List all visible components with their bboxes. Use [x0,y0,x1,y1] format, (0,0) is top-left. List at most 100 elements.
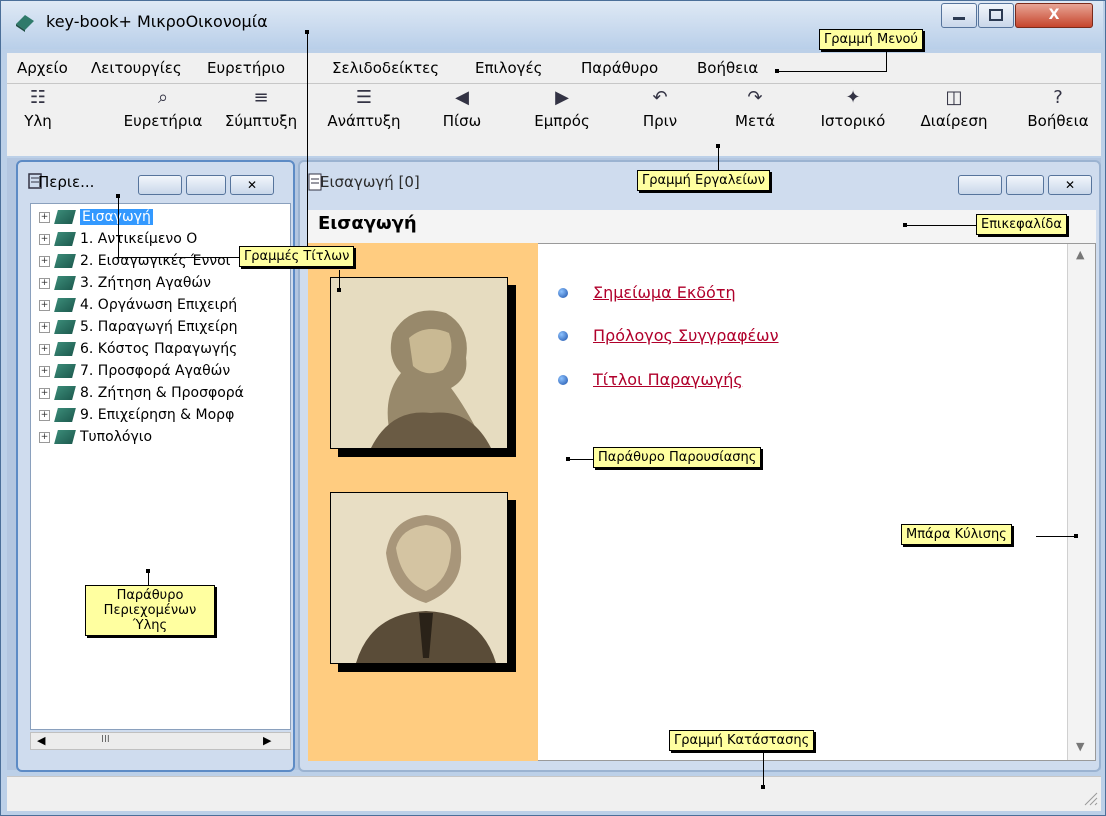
connector-dot [146,569,150,573]
tree-item[interactable]: +6. Κόστος Παραγωγής [39,341,237,361]
bullet-icon [558,375,568,385]
menu-index[interactable]: Ευρετήριο [207,59,285,77]
toolbar-expand-button[interactable]: ☰ Ανάπτυξη [314,84,414,154]
connector-dot [116,194,120,198]
tree-item[interactable]: +8. Ζήτηση & Προσφορά [39,385,244,405]
help-icon: ? [1053,87,1063,108]
expand-toggle-icon[interactable]: + [39,365,50,377]
portrait-image [330,492,508,664]
expand-toggle-icon[interactable]: + [39,343,50,355]
tree-item[interactable]: + Εισαγωγή [39,209,153,229]
connector-line [906,225,976,226]
presentation-maximize-button[interactable] [1006,175,1044,195]
status-bar [7,776,1101,811]
scroll-down-icon[interactable]: ▼ [1076,740,1084,753]
link-authors-preface[interactable]: Πρόλογος Συγγραφέων [593,326,779,345]
expand-toggle-icon[interactable]: + [39,321,50,333]
tree-item[interactable]: +5. Παραγωγή Επιχείρη [39,319,237,339]
link-publisher-note[interactable]: Σημείωμα Εκδότη [593,283,736,302]
tree-item[interactable]: + Τυπολόγιο [39,429,152,449]
horizontal-scrollbar[interactable]: ◀ III ▶ [30,732,291,750]
scroll-right-icon[interactable]: ▶ [263,734,271,747]
maximize-button[interactable] [978,3,1014,28]
connector-line [886,52,887,72]
back-arrow-icon: ◀ [455,87,469,108]
connector-dot [566,457,570,461]
scroll-up-icon[interactable]: ▲ [1076,248,1084,261]
contents-close-button[interactable]: ✕ [230,175,274,195]
close-button[interactable]: X [1015,3,1093,28]
window-title: key-book+ ΜικροΟικονομία [46,12,268,31]
menu-functions[interactable]: Λειτουργίες [91,59,182,77]
menu-help[interactable]: Βοήθεια [697,59,758,77]
menu-bar: Αρχείο Λειτουργίες Ευρετήριο Σελιδοδείκτ… [7,53,1101,83]
connector-line [778,71,887,72]
contents-tree[interactable]: + Εισαγωγή +1. Αντικείμενο Ο +2. Εισαγωγι… [30,203,291,730]
connector-line [118,196,119,257]
menu-bookmarks[interactable]: Σελιδοδείκτες [332,59,439,77]
menu-options[interactable]: Επιλογές [475,59,542,77]
callout-titles: Γραμμές Τίτλων [239,246,355,267]
tree-item[interactable]: +4. Οργάνωση Επιχειρή [39,297,237,317]
expand-toggle-icon[interactable]: + [39,409,50,421]
toolbar-collapse-button[interactable]: ≡ Σύμπτυξη [212,84,310,154]
toolbar-forward-button[interactable]: ▶ Εμπρός [529,84,595,154]
link-production-credits[interactable]: Τίτλοι Παραγωγής [593,370,743,389]
resize-grip-icon[interactable] [1081,789,1099,807]
connector-dot [761,785,765,789]
book-icon [54,232,76,246]
book-icon [54,210,76,224]
contents-panel-title: Περιε... [38,173,95,191]
callout-toolbar: Γραμμή Εργαλείων [637,170,770,191]
bullet-icon [558,331,568,341]
book-icon [54,342,76,356]
contents-maximize-button[interactable] [186,175,226,195]
toolbar-next-button[interactable]: ↷ Μετά [725,84,785,154]
presentation-panel-title: Εισαγωγή [0] [320,173,420,191]
expand-toggle-icon[interactable]: + [39,255,50,267]
expand-toggle-icon[interactable]: + [39,233,50,245]
expand-toggle-icon[interactable]: + [39,299,50,311]
contents-minimize-button[interactable] [138,175,182,195]
vertical-scrollbar[interactable]: ▲ ▼ [1067,244,1095,760]
menu-window[interactable]: Παράθυρο [581,59,658,77]
scroll-thumb[interactable]: III [101,734,110,745]
presentation-close-button[interactable]: ✕ [1048,175,1092,195]
menu-file[interactable]: Αρχείο [17,59,68,77]
scroll-left-icon[interactable]: ◀ [37,734,45,747]
connector-line [1036,536,1076,537]
bullet-icon [558,288,568,298]
toolbar-back-button[interactable]: ◀ Πίσω [432,84,492,154]
callout-heading: Επικεφαλίδα [976,214,1067,235]
toolbar-split-button[interactable]: ◫ Διαίρεση [912,84,996,154]
toolbar-contents-button[interactable]: ☷ Υλη [11,84,65,154]
toolbar-previous-button[interactable]: ↶ Πριν [630,84,690,154]
tree-item[interactable]: +2. Εισαγωγικές Έννοι [39,253,230,273]
magnifier-icon: ⌕ [157,87,169,108]
toolbar-history-button[interactable]: ✦ Ιστορικό [815,84,891,154]
expand-toggle-icon[interactable]: + [39,211,50,223]
toolbar-index-button[interactable]: ⌕ Ευρετήρια [115,84,211,154]
expand-toggle-icon[interactable]: + [39,277,50,289]
book-icon [54,320,76,334]
presentation-minimize-button[interactable] [958,175,1002,195]
toolbar-help-button[interactable]: ? Βοήθεια [1021,84,1095,154]
forward-arrow-icon: ▶ [555,87,569,108]
page-heading: Εισαγωγή [318,213,417,234]
callout-presentation: Παράθυρο Παρουσίασης [593,447,762,468]
tree-item[interactable]: +7. Προσφορά Αγαθών [39,363,230,383]
callout-scrollbar: Μπάρα Κύλισης [901,524,1012,545]
minimize-button[interactable] [941,3,977,28]
book-icon [54,298,76,312]
tree-item[interactable]: +9. Επιχείρηση & Μορφ [39,407,234,427]
connector-line [118,257,240,258]
connector-line [307,32,308,247]
connector-line [148,571,149,585]
expand-toggle-icon[interactable]: + [39,387,50,399]
split-icon: ◫ [945,87,963,108]
connector-line [763,753,764,787]
expand-toggle-icon[interactable]: + [39,431,50,443]
callout-status: Γραμμή Κατάστασης [669,730,815,751]
tree-item[interactable]: +3. Ζήτηση Αγαθών [39,275,211,295]
collapse-icon: ≡ [253,87,269,108]
